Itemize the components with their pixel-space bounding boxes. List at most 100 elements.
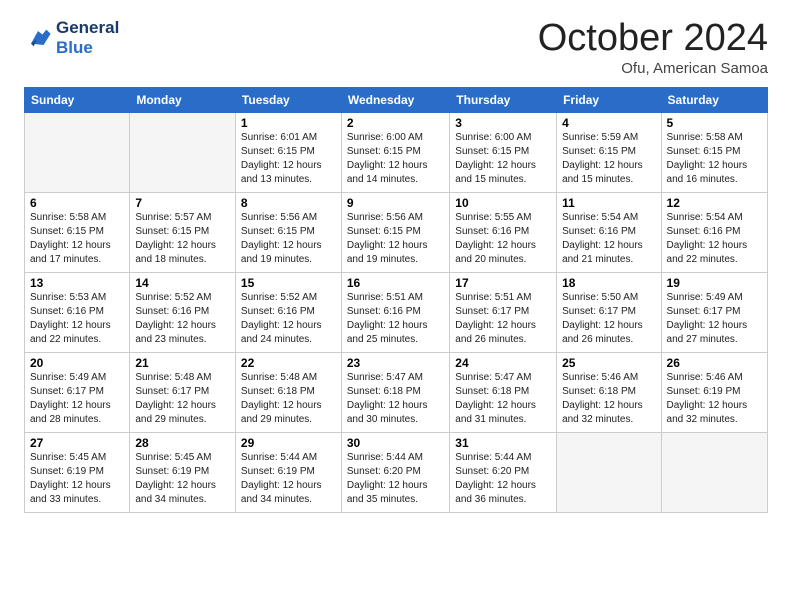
day-info: Sunrise: 5:53 AMSunset: 6:16 PMDaylight:… (30, 291, 124, 347)
calendar-week-row: 13Sunrise: 5:53 AMSunset: 6:16 PMDayligh… (25, 272, 768, 352)
day-info: Sunrise: 5:47 AMSunset: 6:18 PMDaylight:… (455, 371, 551, 427)
calendar-day-cell (130, 112, 236, 192)
day-number: 3 (455, 116, 551, 130)
col-saturday: Saturday (661, 87, 767, 112)
day-info: Sunrise: 5:44 AMSunset: 6:20 PMDaylight:… (347, 451, 444, 507)
calendar-week-row: 27Sunrise: 5:45 AMSunset: 6:19 PMDayligh… (25, 432, 768, 512)
calendar-header-row: Sunday Monday Tuesday Wednesday Thursday… (25, 87, 768, 112)
day-info: Sunrise: 5:51 AMSunset: 6:17 PMDaylight:… (455, 291, 551, 347)
day-number: 23 (347, 356, 444, 370)
day-info: Sunrise: 5:46 AMSunset: 6:19 PMDaylight:… (667, 371, 762, 427)
day-number: 15 (241, 276, 336, 290)
logo-text: General Blue (56, 18, 119, 57)
day-number: 27 (30, 436, 124, 450)
day-info: Sunrise: 5:47 AMSunset: 6:18 PMDaylight:… (347, 371, 444, 427)
calendar-day-cell: 26Sunrise: 5:46 AMSunset: 6:19 PMDayligh… (661, 352, 767, 432)
day-info: Sunrise: 5:44 AMSunset: 6:19 PMDaylight:… (241, 451, 336, 507)
day-info: Sunrise: 5:48 AMSunset: 6:18 PMDaylight:… (241, 371, 336, 427)
day-number: 10 (455, 196, 551, 210)
day-number: 24 (455, 356, 551, 370)
calendar-day-cell: 9Sunrise: 5:56 AMSunset: 6:15 PMDaylight… (341, 192, 449, 272)
day-number: 19 (667, 276, 762, 290)
day-number: 9 (347, 196, 444, 210)
calendar-day-cell: 29Sunrise: 5:44 AMSunset: 6:19 PMDayligh… (235, 432, 341, 512)
calendar-day-cell: 28Sunrise: 5:45 AMSunset: 6:19 PMDayligh… (130, 432, 236, 512)
day-number: 11 (562, 196, 655, 210)
day-info: Sunrise: 5:54 AMSunset: 6:16 PMDaylight:… (667, 211, 762, 267)
day-number: 28 (135, 436, 230, 450)
calendar-day-cell: 6Sunrise: 5:58 AMSunset: 6:15 PMDaylight… (25, 192, 130, 272)
col-friday: Friday (557, 87, 661, 112)
calendar-day-cell: 19Sunrise: 5:49 AMSunset: 6:17 PMDayligh… (661, 272, 767, 352)
day-info: Sunrise: 5:55 AMSunset: 6:16 PMDaylight:… (455, 211, 551, 267)
day-info: Sunrise: 5:45 AMSunset: 6:19 PMDaylight:… (30, 451, 124, 507)
calendar-table: Sunday Monday Tuesday Wednesday Thursday… (24, 87, 768, 513)
calendar-day-cell: 10Sunrise: 5:55 AMSunset: 6:16 PMDayligh… (450, 192, 557, 272)
calendar-day-cell: 17Sunrise: 5:51 AMSunset: 6:17 PMDayligh… (450, 272, 557, 352)
col-sunday: Sunday (25, 87, 130, 112)
day-info: Sunrise: 5:49 AMSunset: 6:17 PMDaylight:… (667, 291, 762, 347)
day-info: Sunrise: 5:56 AMSunset: 6:15 PMDaylight:… (347, 211, 444, 267)
day-info: Sunrise: 5:59 AMSunset: 6:15 PMDaylight:… (562, 131, 655, 187)
day-number: 6 (30, 196, 124, 210)
calendar-day-cell: 1Sunrise: 6:01 AMSunset: 6:15 PMDaylight… (235, 112, 341, 192)
day-info: Sunrise: 5:50 AMSunset: 6:17 PMDaylight:… (562, 291, 655, 347)
calendar-day-cell (661, 432, 767, 512)
calendar-day-cell: 25Sunrise: 5:46 AMSunset: 6:18 PMDayligh… (557, 352, 661, 432)
day-number: 25 (562, 356, 655, 370)
day-number: 13 (30, 276, 124, 290)
calendar-day-cell: 15Sunrise: 5:52 AMSunset: 6:16 PMDayligh… (235, 272, 341, 352)
calendar-day-cell: 4Sunrise: 5:59 AMSunset: 6:15 PMDaylight… (557, 112, 661, 192)
day-number: 26 (667, 356, 762, 370)
day-number: 12 (667, 196, 762, 210)
day-info: Sunrise: 5:57 AMSunset: 6:15 PMDaylight:… (135, 211, 230, 267)
day-info: Sunrise: 5:46 AMSunset: 6:18 PMDaylight:… (562, 371, 655, 427)
day-number: 16 (347, 276, 444, 290)
calendar-week-row: 20Sunrise: 5:49 AMSunset: 6:17 PMDayligh… (25, 352, 768, 432)
calendar-day-cell: 12Sunrise: 5:54 AMSunset: 6:16 PMDayligh… (661, 192, 767, 272)
calendar-day-cell: 24Sunrise: 5:47 AMSunset: 6:18 PMDayligh… (450, 352, 557, 432)
calendar-week-row: 6Sunrise: 5:58 AMSunset: 6:15 PMDaylight… (25, 192, 768, 272)
day-number: 4 (562, 116, 655, 130)
col-thursday: Thursday (450, 87, 557, 112)
calendar-day-cell: 20Sunrise: 5:49 AMSunset: 6:17 PMDayligh… (25, 352, 130, 432)
calendar-day-cell: 18Sunrise: 5:50 AMSunset: 6:17 PMDayligh… (557, 272, 661, 352)
calendar-day-cell: 22Sunrise: 5:48 AMSunset: 6:18 PMDayligh… (235, 352, 341, 432)
day-info: Sunrise: 6:01 AMSunset: 6:15 PMDaylight:… (241, 131, 336, 187)
calendar-day-cell (557, 432, 661, 512)
day-info: Sunrise: 5:52 AMSunset: 6:16 PMDaylight:… (135, 291, 230, 347)
day-number: 1 (241, 116, 336, 130)
day-number: 2 (347, 116, 444, 130)
logo: General Blue (24, 18, 119, 57)
day-info: Sunrise: 6:00 AMSunset: 6:15 PMDaylight:… (347, 131, 444, 187)
calendar-day-cell: 16Sunrise: 5:51 AMSunset: 6:16 PMDayligh… (341, 272, 449, 352)
logo-icon (24, 24, 52, 52)
day-info: Sunrise: 5:48 AMSunset: 6:17 PMDaylight:… (135, 371, 230, 427)
calendar-day-cell: 11Sunrise: 5:54 AMSunset: 6:16 PMDayligh… (557, 192, 661, 272)
col-monday: Monday (130, 87, 236, 112)
day-number: 5 (667, 116, 762, 130)
day-info: Sunrise: 6:00 AMSunset: 6:15 PMDaylight:… (455, 131, 551, 187)
col-tuesday: Tuesday (235, 87, 341, 112)
header: General Blue October 2024 Ofu, American … (24, 18, 768, 77)
calendar-week-row: 1Sunrise: 6:01 AMSunset: 6:15 PMDaylight… (25, 112, 768, 192)
calendar-day-cell: 3Sunrise: 6:00 AMSunset: 6:15 PMDaylight… (450, 112, 557, 192)
day-info: Sunrise: 5:56 AMSunset: 6:15 PMDaylight:… (241, 211, 336, 267)
calendar-day-cell (25, 112, 130, 192)
title-block: October 2024 Ofu, American Samoa (538, 18, 768, 77)
calendar-day-cell: 21Sunrise: 5:48 AMSunset: 6:17 PMDayligh… (130, 352, 236, 432)
day-number: 21 (135, 356, 230, 370)
calendar-day-cell: 5Sunrise: 5:58 AMSunset: 6:15 PMDaylight… (661, 112, 767, 192)
day-number: 18 (562, 276, 655, 290)
col-wednesday: Wednesday (341, 87, 449, 112)
calendar-day-cell: 23Sunrise: 5:47 AMSunset: 6:18 PMDayligh… (341, 352, 449, 432)
month-title: October 2024 (538, 18, 768, 60)
day-number: 14 (135, 276, 230, 290)
calendar-day-cell: 8Sunrise: 5:56 AMSunset: 6:15 PMDaylight… (235, 192, 341, 272)
calendar-day-cell: 13Sunrise: 5:53 AMSunset: 6:16 PMDayligh… (25, 272, 130, 352)
calendar-day-cell: 30Sunrise: 5:44 AMSunset: 6:20 PMDayligh… (341, 432, 449, 512)
day-number: 30 (347, 436, 444, 450)
day-number: 8 (241, 196, 336, 210)
day-info: Sunrise: 5:51 AMSunset: 6:16 PMDaylight:… (347, 291, 444, 347)
day-number: 20 (30, 356, 124, 370)
